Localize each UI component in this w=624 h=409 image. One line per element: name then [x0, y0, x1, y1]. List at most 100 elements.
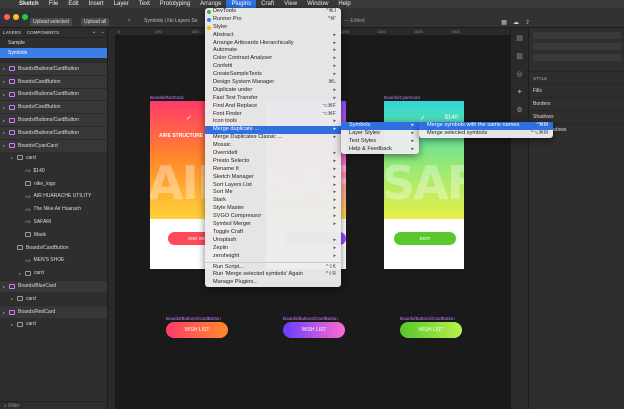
- layer-row[interactable]: Aa AIR HUARACHE UTILITY: [0, 190, 107, 203]
- tab-layers[interactable]: LAYERS: [3, 30, 21, 35]
- menu-app[interactable]: Sketch: [14, 0, 44, 8]
- menu-text[interactable]: Text: [134, 0, 155, 8]
- layer-row[interactable]: ▸ Boards/Buttons/CardButton: [0, 87, 107, 101]
- menu-craft[interactable]: Craft: [256, 0, 279, 8]
- size-field[interactable]: [533, 43, 621, 50]
- transform-field[interactable]: [533, 54, 621, 61]
- menu-item[interactable]: CreateSampleTexts ▸: [205, 71, 341, 79]
- menu-item[interactable]: Symbols ▸: [341, 122, 419, 130]
- layer-row[interactable]: Aa SAFARI: [0, 216, 107, 229]
- menu-window[interactable]: Window: [302, 0, 333, 8]
- menu-item[interactable]: Duplicate under ▸: [205, 87, 341, 95]
- menu-item[interactable]: Presto Selecto ▸: [205, 158, 341, 166]
- chevron-left-icon[interactable]: ‹: [128, 17, 130, 24]
- menu-item[interactable]: Merge Duplicates Classic ... ▸: [205, 134, 341, 142]
- menu-item[interactable]: Sort Me ▸: [205, 189, 341, 197]
- menu-item[interactable]: Styler: [205, 24, 341, 32]
- menu-item[interactable]: Merge selected symbols ^⌥⌘M: [419, 130, 553, 138]
- layer-row[interactable]: ▸ Boards/CardButton: [0, 74, 107, 88]
- page-item[interactable]: Symbols: [0, 48, 107, 58]
- menu-item[interactable]: DevTools ^⌘J: [205, 8, 341, 16]
- menu-item[interactable]: Run 'Merge selected symbols' Again ^⇧R: [205, 271, 341, 279]
- menu-item[interactable]: Find And Replace ⌥⌘F: [205, 103, 341, 111]
- prototype-icon[interactable]: ◎: [516, 70, 522, 78]
- menu-help[interactable]: Help: [333, 0, 355, 8]
- menu-item[interactable]: Fast Text Transfer ▸: [205, 95, 341, 103]
- settings-icon[interactable]: ⚙: [516, 106, 522, 114]
- upload-all-button[interactable]: Upload all: [81, 18, 110, 26]
- artboard-label[interactable]: Boards/Buttons/CardButton: [400, 316, 455, 321]
- layer-row[interactable]: Boards/CardButton: [0, 241, 107, 254]
- fills-section[interactable]: Fills: [529, 84, 624, 97]
- layer-row[interactable]: ▸ Boards/CardButton: [0, 100, 107, 114]
- layer-row[interactable]: ▸ Boards/Buttons/CardButton: [0, 113, 107, 126]
- layer-row[interactable]: ▸ Boards/Buttons/CardButton: [0, 125, 107, 139]
- menu-item[interactable]: Overridelt ▸: [205, 150, 341, 158]
- menu-item[interactable]: Unsplash ▸: [205, 237, 341, 245]
- menu-item[interactable]: Icon tools ▸: [205, 118, 341, 126]
- menu-item[interactable]: Confetti ▸: [205, 63, 341, 71]
- layer-row[interactable]: ▸ Boards/BlueCard: [0, 279, 107, 293]
- insert-icon[interactable]: ▦: [501, 19, 507, 26]
- layer-row[interactable]: ▸ Boards/Buttons/CardButton: [0, 62, 107, 75]
- menu-item[interactable]: Abstract ▸: [205, 32, 341, 40]
- menu-item[interactable]: Manage Plugins...: [205, 279, 341, 287]
- layer-row[interactable]: ▸ card: [0, 152, 107, 165]
- menu-item[interactable]: Mosaic: [205, 142, 341, 150]
- layer-row[interactable]: ▸ Boards/CyanCard: [0, 138, 107, 152]
- export-icon[interactable]: ⇪: [525, 19, 530, 26]
- borders-section[interactable]: Borders: [529, 97, 624, 110]
- document-tabs[interactable]: Symbols | No Layers Se: [144, 18, 198, 24]
- position-field[interactable]: [533, 32, 621, 39]
- wish-list-button[interactable]: WISH LIST: [283, 322, 345, 338]
- menu-arrange[interactable]: Arrange: [195, 0, 226, 8]
- layer-row[interactable]: ▸ card: [0, 292, 107, 305]
- menu-item[interactable]: SVGO Compressor ▸: [205, 213, 341, 221]
- menu-item[interactable]: Stark ▸: [205, 197, 341, 205]
- layer-row[interactable]: nike_logo: [0, 177, 107, 190]
- menu-item[interactable]: Zeplin ▸: [205, 245, 341, 253]
- close-window-button[interactable]: [4, 14, 10, 20]
- layer-row[interactable]: Aa $140: [0, 164, 107, 177]
- menu-item[interactable]: Sketch Manager ▸: [205, 174, 341, 182]
- menu-item[interactable]: Automate ▸: [205, 47, 341, 55]
- menu-item[interactable]: Toggle Craft: [205, 229, 341, 237]
- menu-plugins[interactable]: Plugins: [226, 0, 257, 8]
- layer-row[interactable]: Aa MEN'S SHOE: [0, 254, 107, 267]
- menu-edit[interactable]: Edit: [63, 0, 83, 8]
- menu-item[interactable]: zeroheight ▸: [205, 253, 341, 261]
- cloud-icon[interactable]: ☁: [513, 19, 519, 26]
- menu-item[interactable]: Merge symbols with the same names ^⌘M: [419, 122, 553, 130]
- layer-row[interactable]: ▸ card: [0, 318, 107, 331]
- layer-row[interactable]: Aa The Nike Air Huarach: [0, 203, 107, 216]
- menu-item[interactable]: Runner Pro ^⌘': [205, 16, 341, 24]
- menu-item[interactable]: Arrange Artboards Hierarchically ▸: [205, 40, 341, 48]
- menu-insert[interactable]: Insert: [84, 0, 109, 8]
- layer-row[interactable]: ▸ Boards/RedCard: [0, 305, 107, 318]
- menu-prototyping[interactable]: Prototyping: [155, 0, 195, 8]
- menu-item[interactable]: Sort Layers List ▸: [205, 182, 341, 190]
- menu-item[interactable]: Merge duplicate ... ▸: [205, 126, 341, 135]
- menu-item[interactable]: Rename It ▸: [205, 166, 341, 174]
- artboard-label[interactable]: Boards/Buttons/CardButton: [283, 316, 338, 321]
- layer-row[interactable]: ▸ card: [0, 267, 107, 280]
- artboard-label[interactable]: Boards/CyanCard: [384, 95, 420, 100]
- wish-list-button[interactable]: WISH LIST: [400, 322, 462, 338]
- distribute-icon[interactable]: ▥: [516, 52, 523, 60]
- menu-item[interactable]: Help & Feedback ▸: [341, 146, 419, 154]
- upload-selected-button[interactable]: Upload selected: [30, 18, 72, 26]
- menu-item[interactable]: Design System Manager ⌘L: [205, 79, 341, 87]
- artboard-label[interactable]: Boards/RedCard: [150, 95, 184, 100]
- wish-list-button[interactable]: WISH LIST: [166, 322, 228, 338]
- align-icon[interactable]: ▤: [516, 34, 523, 42]
- menu-item[interactable]: Color Contrast Analyser ▸: [205, 55, 341, 63]
- menu-item[interactable]: Text Styles ▸: [341, 138, 419, 146]
- menu-item[interactable]: Font Finder ⌥⌘F: [205, 111, 341, 119]
- collapse-icon[interactable]: −: [101, 30, 104, 35]
- menu-item[interactable]: Style Master ▸: [205, 205, 341, 213]
- page-item[interactable]: Sample: [0, 38, 107, 48]
- minimize-window-button[interactable]: [13, 14, 19, 20]
- add-page-icon[interactable]: +: [93, 30, 96, 35]
- card-cta-button[interactable]: DOIT: [394, 232, 456, 245]
- menu-item[interactable]: Symbol Merger ▸: [205, 221, 341, 229]
